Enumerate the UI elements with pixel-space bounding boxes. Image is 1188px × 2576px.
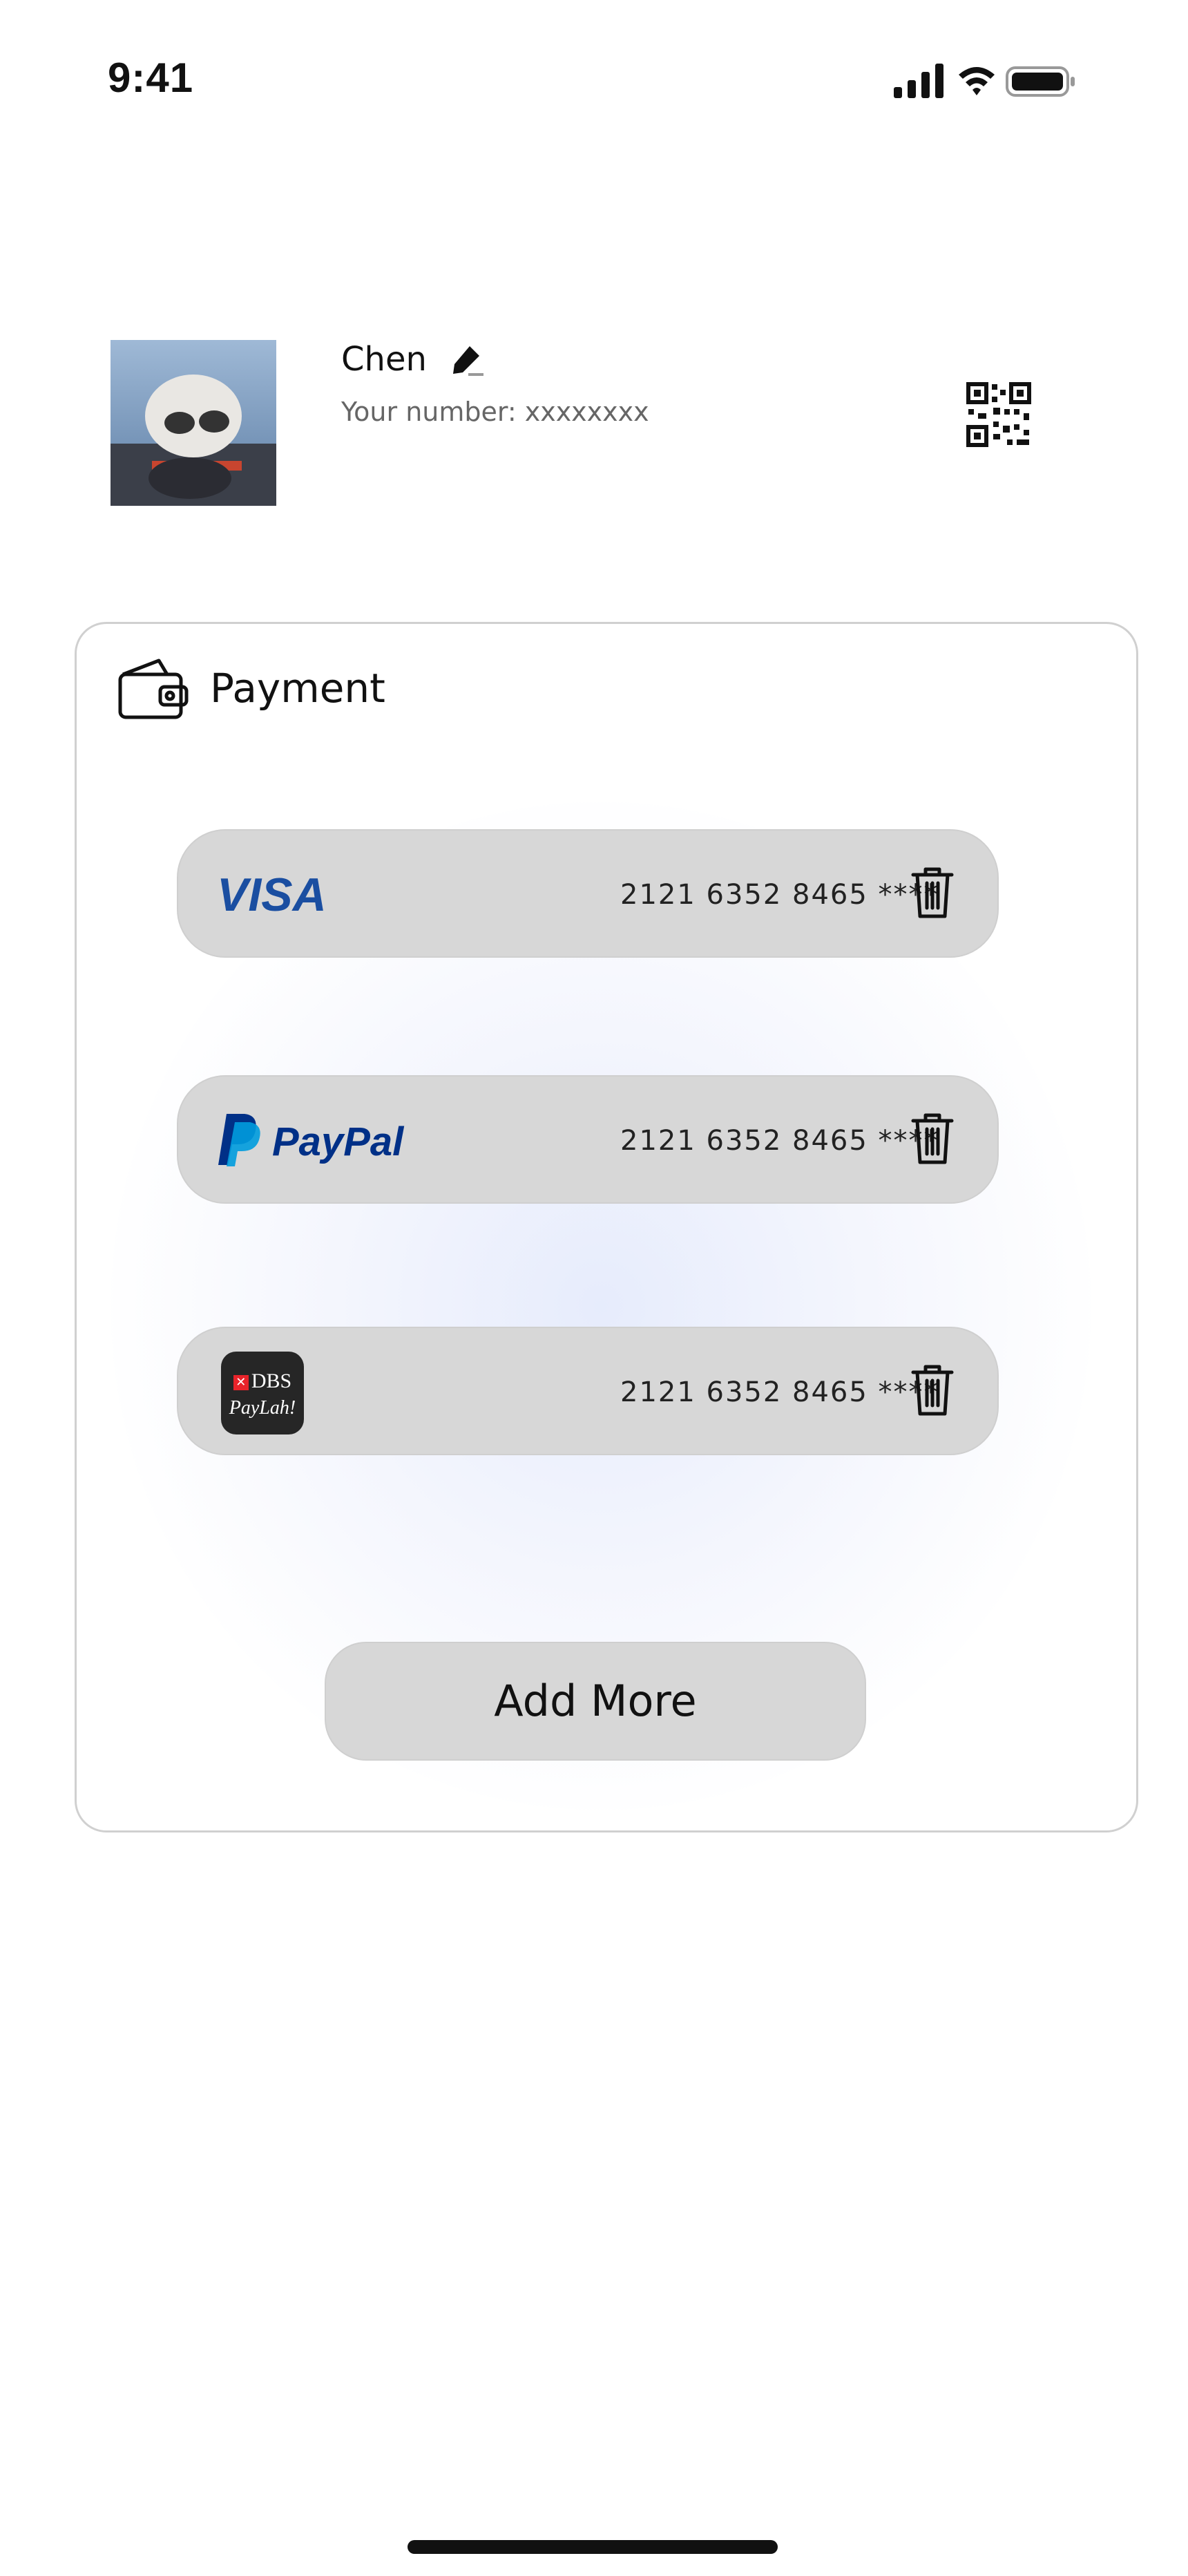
card-number: 2121 6352 8465 ****	[620, 879, 939, 911]
status-icons	[894, 64, 1075, 98]
profile-number: Your number: xxxxxxxx	[341, 397, 649, 427]
signal-icon	[894, 64, 943, 98]
paypal-logo-text: PayPal	[272, 1119, 405, 1164]
profile-name: Chen	[341, 340, 427, 379]
dbs-logo-text: DBS	[251, 1370, 292, 1392]
edit-icon[interactable]	[449, 341, 488, 379]
paypal-logo: PayPal	[218, 1114, 405, 1166]
avatar[interactable]	[111, 340, 276, 506]
payment-method-dbs-paylah[interactable]: ✕ DBS PayLah! 2121 6352 8465 ****	[177, 1327, 999, 1455]
trash-icon[interactable]	[910, 865, 955, 920]
payment-title: Payment	[210, 665, 385, 712]
trash-icon[interactable]	[910, 1111, 955, 1166]
paylah-logo-text: PayLah!	[229, 1397, 296, 1419]
qr-code-icon[interactable]	[966, 381, 1032, 448]
card-number: 2121 6352 8465 ****	[620, 1125, 939, 1157]
dbs-paylah-logo: ✕ DBS PayLah!	[221, 1352, 304, 1434]
dbs-mark-icon: ✕	[233, 1375, 249, 1390]
payment-method-visa[interactable]: VISA 2121 6352 8465 ****	[177, 829, 999, 958]
paypal-p-icon	[218, 1114, 260, 1166]
battery-icon	[1006, 66, 1075, 97]
wallet-icon	[118, 659, 189, 719]
visa-logo-text: VISA	[217, 869, 327, 919]
add-more-button[interactable]: Add More	[325, 1642, 866, 1761]
card-number: 2121 6352 8465 ****	[620, 1376, 939, 1408]
home-indicator[interactable]	[408, 2540, 778, 2554]
visa-logo: VISA	[217, 869, 327, 919]
payment-method-paypal[interactable]: PayPal 2121 6352 8465 ****	[177, 1075, 999, 1204]
wifi-icon	[959, 67, 995, 95]
trash-icon[interactable]	[910, 1363, 955, 1418]
status-time: 9:41	[108, 55, 194, 101]
